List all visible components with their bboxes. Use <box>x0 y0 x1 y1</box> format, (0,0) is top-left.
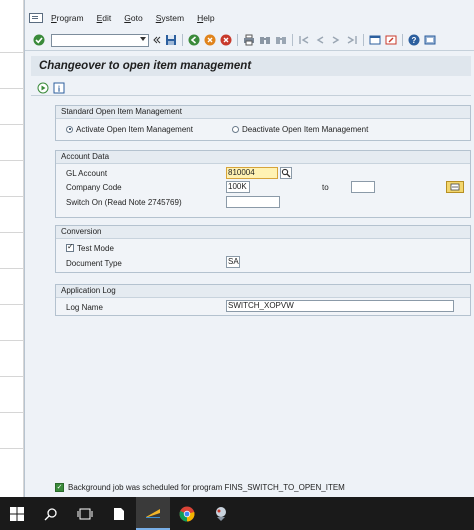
taskbar-app[interactable] <box>204 497 238 530</box>
radio-activate-row[interactable]: Activate Open Item Management <box>66 123 193 135</box>
test-mode-checkbox[interactable] <box>66 242 74 252</box>
search-button[interactable] <box>34 497 68 530</box>
help-icon[interactable]: ? <box>408 34 420 46</box>
double-chevron-left-icon[interactable] <box>151 34 161 46</box>
group-conversion: Conversion Test Mode Document Type SA <box>55 225 471 273</box>
group-application-log: Application Log Log Name SWITCH_XOPVW <box>55 284 471 316</box>
windows-logo-icon <box>10 506 24 521</box>
company-code-to-input[interactable] <box>351 181 375 193</box>
enter-icon[interactable] <box>33 34 45 46</box>
multiple-selection-icon <box>450 183 460 191</box>
menu-bar: Program Edit Goto System Help <box>25 10 474 26</box>
log-name-input[interactable]: SWITCH_XOPVW <box>226 300 454 312</box>
windows-taskbar <box>0 497 474 530</box>
find-icon[interactable] <box>259 34 271 46</box>
find-next-icon[interactable] <box>275 34 287 46</box>
radio-activate-label: Activate Open Item Management <box>76 124 193 134</box>
taskbar-sap-logon[interactable] <box>136 497 170 530</box>
group-title: Account Data <box>56 151 470 164</box>
chrome-icon <box>179 506 195 521</box>
group-standard-open-item: Standard Open Item Management Activate O… <box>55 105 471 141</box>
start-button[interactable] <box>0 497 34 530</box>
menu-system[interactable]: System <box>156 13 184 23</box>
doc-type-input[interactable]: SA <box>226 256 240 268</box>
radio-deactivate-row[interactable]: Deactivate Open Item Management <box>232 123 368 135</box>
test-mode-label: Test Mode <box>77 243 114 253</box>
customize-layout-icon[interactable] <box>424 34 436 46</box>
radio-deactivate[interactable] <box>232 125 239 133</box>
background-spreadsheet <box>0 0 24 497</box>
page-title-bar: Changeover to open item management <box>31 56 471 76</box>
last-page-icon[interactable] <box>346 34 358 46</box>
group-account-data: Account Data GL Account 810004 Company C… <box>55 150 471 218</box>
command-field[interactable] <box>51 33 149 47</box>
previous-page-icon[interactable] <box>314 34 326 46</box>
menu-help[interactable]: Help <box>197 13 214 23</box>
gl-account-input[interactable]: 810004 <box>226 167 278 179</box>
test-mode-row[interactable]: Test Mode <box>66 242 114 254</box>
status-bar: ✓ Background job was scheduled for progr… <box>55 480 471 494</box>
group-title: Standard Open Item Management <box>56 106 470 119</box>
standard-toolbar: ? <box>25 30 474 51</box>
exit-icon[interactable] <box>204 34 216 46</box>
menu-goto[interactable]: Goto <box>124 13 142 23</box>
sap-logon-icon <box>146 508 160 518</box>
log-name-label: Log Name <box>66 302 103 312</box>
radio-activate[interactable] <box>66 125 73 133</box>
execute-icon[interactable] <box>37 82 49 94</box>
gl-account-label: GL Account <box>66 168 108 178</box>
group-title: Application Log <box>56 285 470 298</box>
search-icon <box>44 507 57 520</box>
radio-deactivate-label: Deactivate Open Item Management <box>242 124 369 134</box>
group-title: Conversion <box>56 226 470 239</box>
back-icon[interactable] <box>188 34 200 46</box>
switch-on-input[interactable] <box>226 196 280 208</box>
search-icon <box>281 168 291 178</box>
success-icon: ✓ <box>55 482 64 492</box>
to-label: to <box>322 182 329 192</box>
company-code-label: Company Code <box>66 182 122 192</box>
multiple-selection-button[interactable] <box>446 181 464 193</box>
shortcut-icon[interactable] <box>385 34 397 46</box>
task-view-icon <box>77 508 93 519</box>
company-code-input[interactable]: 100K <box>226 181 250 193</box>
info-icon[interactable]: i <box>53 82 65 94</box>
document-icon <box>114 507 124 520</box>
next-page-icon[interactable] <box>330 34 342 46</box>
application-toolbar: i <box>31 80 471 96</box>
window-menu-icon[interactable] <box>29 13 43 23</box>
cancel-icon[interactable] <box>220 34 232 46</box>
task-view-button[interactable] <box>68 497 102 530</box>
search-help-button[interactable] <box>280 167 292 179</box>
svg-text:?: ? <box>412 36 417 45</box>
taskbar-chrome[interactable] <box>170 497 204 530</box>
doc-type-label: Document Type <box>66 258 122 268</box>
app-icon <box>216 506 226 521</box>
save-icon[interactable] <box>165 34 177 46</box>
new-session-icon[interactable] <box>369 34 381 46</box>
status-message[interactable]: Background job was scheduled for program… <box>68 483 345 492</box>
chevron-down-icon[interactable] <box>140 36 146 41</box>
page-title: Changeover to open item management <box>39 60 252 72</box>
taskbar-file-explorer[interactable] <box>102 497 136 530</box>
switch-on-label: Switch On (Read Note 2745769) <box>66 197 182 207</box>
sap-window: Program Edit Goto System Help ? Changeov… <box>24 0 474 497</box>
first-page-icon[interactable] <box>298 34 310 46</box>
menu-program[interactable]: Program <box>51 13 84 23</box>
menu-edit[interactable]: Edit <box>97 13 112 23</box>
print-icon[interactable] <box>243 34 255 46</box>
